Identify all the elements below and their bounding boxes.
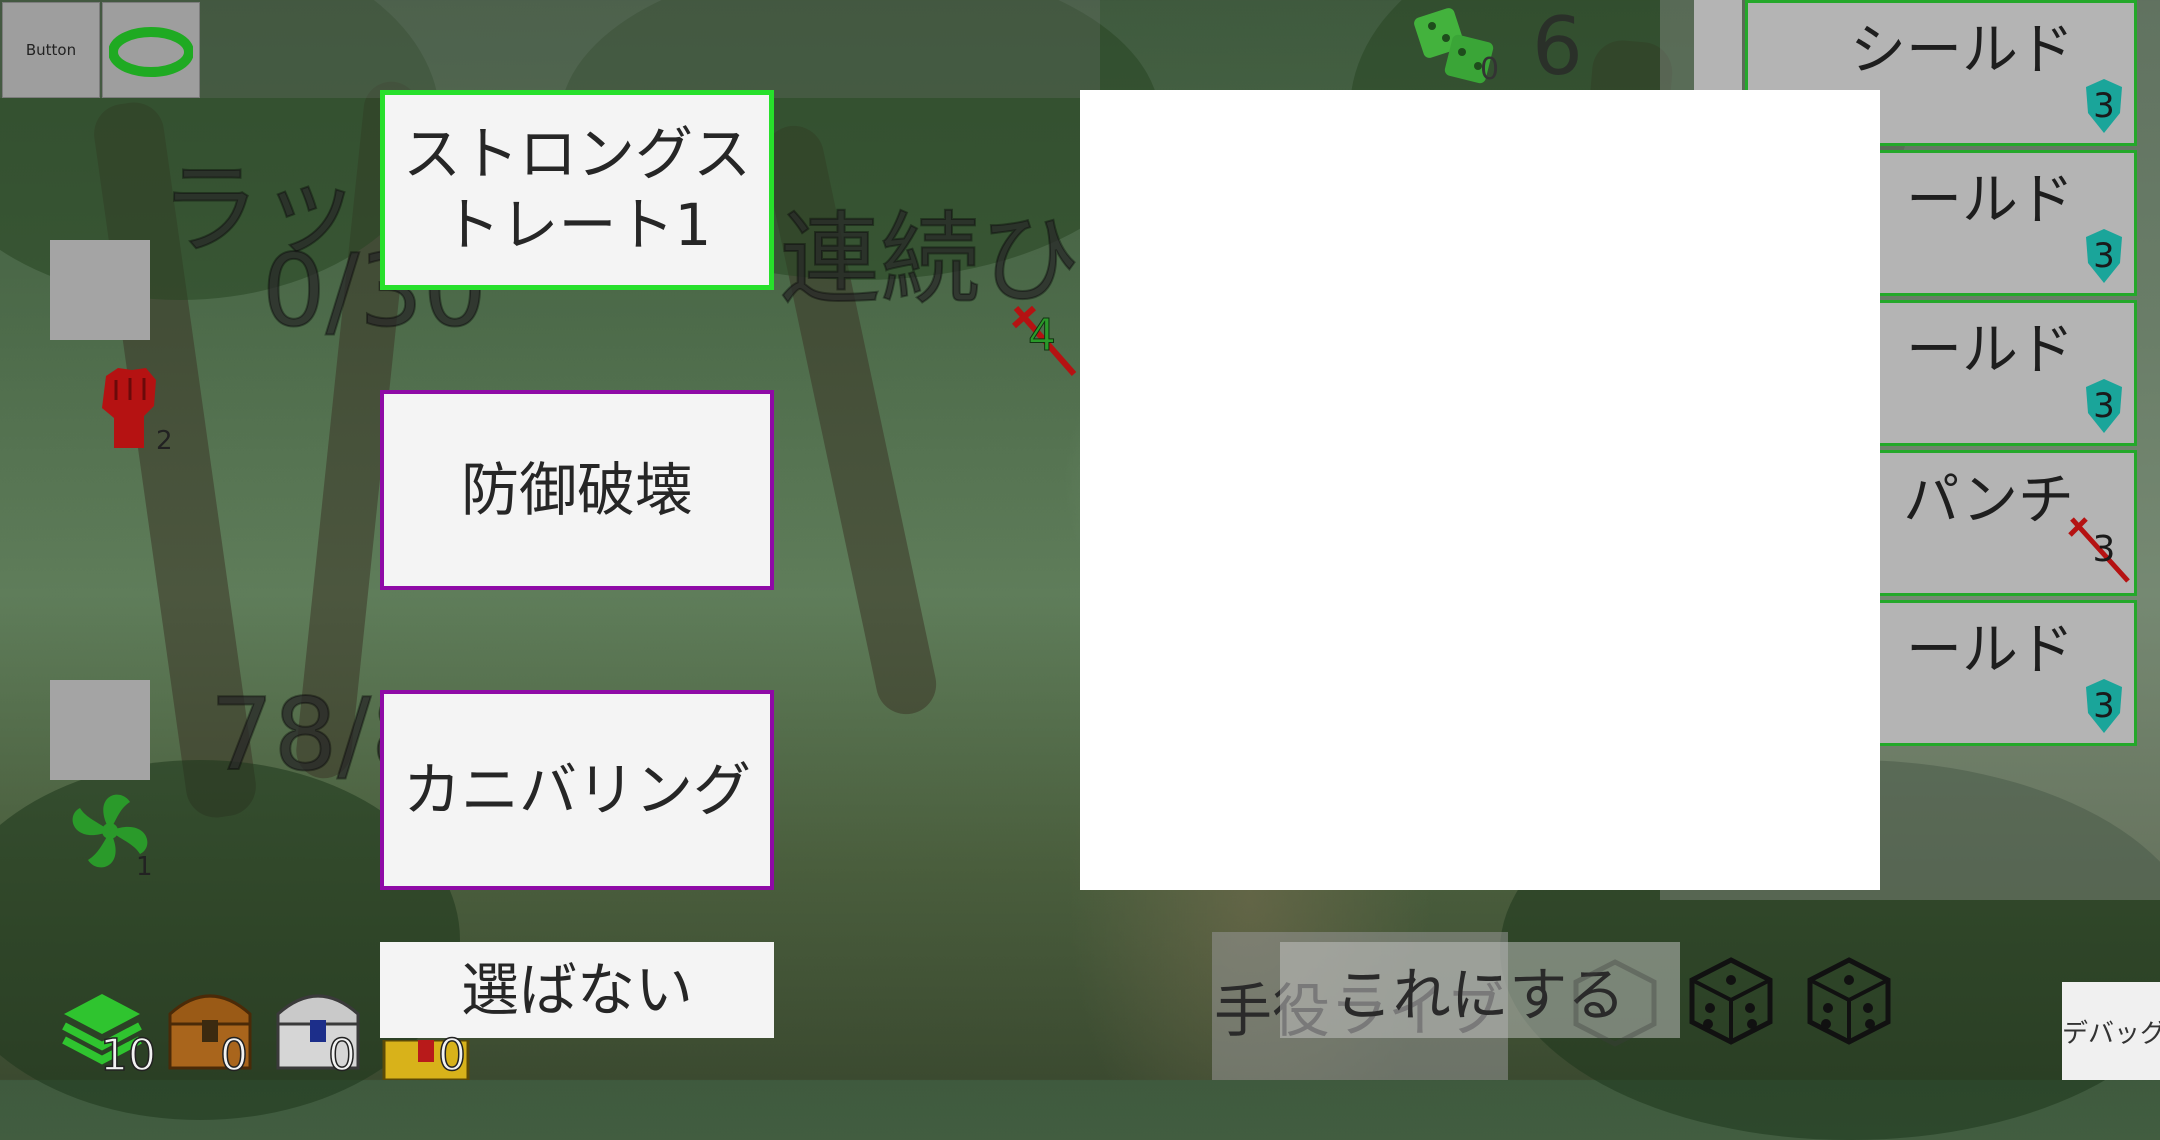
enemy-portrait[interactable] (50, 240, 150, 340)
gold-chest-count: 0 (437, 1029, 467, 1082)
shield-icon: 3 (2086, 79, 2122, 133)
dice-sub-count: 0 (1480, 52, 1500, 87)
card-value: 3 (2093, 386, 2115, 426)
card-value: 3 (2093, 86, 2115, 126)
detail-panel (1080, 90, 1880, 890)
silver-chest-count: 0 (327, 1029, 357, 1082)
deck-count: 10 (99, 1029, 157, 1082)
attack-value: 4 (1028, 310, 1057, 362)
choice-option-3[interactable]: カニバリング (380, 690, 774, 890)
card-label: パンチ (1903, 468, 2074, 533)
player-portrait[interactable] (50, 680, 150, 780)
card-label: シールド (1850, 18, 2074, 83)
skip-button[interactable]: 選ばない (380, 942, 774, 1038)
skip-button-label: 選ばない (460, 955, 693, 1024)
fist-icon (92, 356, 164, 452)
dice-count: 6 (1532, 0, 1583, 93)
card-value: 3 (2093, 236, 2115, 276)
generic-button[interactable]: Button (2, 2, 100, 98)
ring-button[interactable] (102, 2, 200, 98)
die-slot-empty[interactable] (1686, 956, 1776, 1046)
debug-button[interactable]: デバッグ (2062, 982, 2160, 1080)
card-value: 3 (2093, 686, 2115, 726)
choice-option-1[interactable]: ストロングス トレート1 (380, 90, 774, 290)
shield-icon: 3 (2086, 379, 2122, 433)
card-value: 3 (2093, 529, 2116, 570)
ring-icon (109, 27, 193, 77)
card-label: ールド (1906, 318, 2074, 383)
die-slot-empty[interactable] (1804, 956, 1894, 1046)
card-label: ールド (1906, 168, 2074, 233)
card-label: ールド (1906, 618, 2074, 683)
choice-option-2[interactable]: 防御破壊 (380, 390, 774, 590)
choice-option-2-label: 防御破壊 (460, 455, 693, 524)
sword-icon: 3 (2068, 517, 2130, 583)
fist-count: 2 (156, 426, 173, 456)
choice-option-1-label: ストロングス トレート1 (402, 120, 751, 259)
wooden-chest-count: 0 (219, 1029, 249, 1082)
choice-option-3-label: カニバリング (402, 755, 751, 824)
shield-icon: 3 (2086, 679, 2122, 733)
wind-count: 1 (136, 852, 153, 882)
die-slot-faded[interactable] (1570, 958, 1660, 1048)
shield-icon: 3 (2086, 229, 2122, 283)
